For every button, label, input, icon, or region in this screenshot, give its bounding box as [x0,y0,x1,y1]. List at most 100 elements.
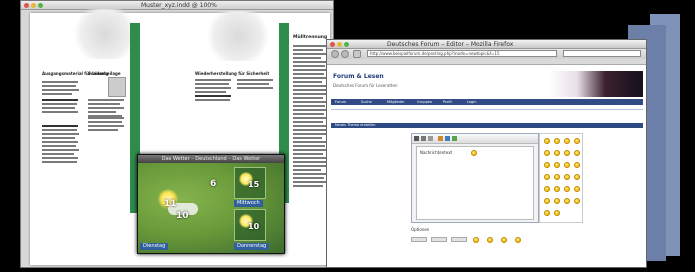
smiley-icon[interactable] [515,237,521,243]
content-header-bar: Neues Thema erstellen [331,123,643,128]
message-editor[interactable]: Nachrichtentext [411,133,539,223]
browser-window[interactable]: Deutsches Forum – Editor – Mozilla Firef… [326,39,647,268]
option-button-2[interactable] [431,237,447,242]
weather-widget[interactable]: Das Wetter – Deutschland – Das Wetter 11… [137,154,285,254]
document-titlebar[interactable]: Muster_xyz.indd @ 100% [21,1,333,10]
forecast-panel-2[interactable]: 10 [234,209,266,241]
smiley-icon[interactable] [554,210,560,216]
browser-titlebar[interactable]: Deutsches Forum – Editor – Mozilla Firef… [327,40,646,49]
document-title: Muster_xyz.indd @ 100% [141,2,217,9]
smiley-icon[interactable] [564,162,570,168]
browser-toolbar: http://www.beispielforum.de/posting.php?… [327,49,646,59]
right-page-heading: Wiederherstellung für Sicherheit [195,71,270,76]
smiley-icon[interactable] [554,198,560,204]
smiley-icon[interactable] [564,150,570,156]
link-icon[interactable] [445,136,450,141]
right-text-column-1 [195,79,233,103]
site-title[interactable]: Forum & Lesen [333,73,384,80]
site-subtitle: Deutsches Forum für Leseratten [333,83,398,88]
text-column-3 [42,125,80,165]
day-label-sub2: Donnerstag [234,243,270,250]
smiley-icon[interactable] [544,162,550,168]
smiley-icon[interactable] [544,210,550,216]
smiley-icon[interactable] [544,138,550,144]
smiley-icon[interactable] [544,150,550,156]
smiley-icon[interactable] [544,174,550,180]
editor-toolbar [412,134,538,144]
day-label-sub1: Mittwoch [234,200,263,207]
smiley-icon[interactable] [554,174,560,180]
smiley-icon[interactable] [564,174,570,180]
message-textarea[interactable]: Nachrichtentext [416,146,534,220]
editor-footer: Optionen [411,227,539,263]
text-column-2 [88,99,126,119]
weather-title: Das Wetter – Deutschland – Das Wetter [161,156,261,162]
weather-titlebar[interactable]: Das Wetter – Deutschland – Das Wetter [138,155,284,163]
text-column-4 [88,117,126,133]
smiley-icon[interactable] [554,138,560,144]
smiley-icon[interactable] [473,237,479,243]
nav-item-gruppen[interactable]: Gruppen [417,99,432,105]
site-nav: Forum Suche Mitglieder Gruppen Profil Lo… [331,99,643,105]
smiley-icon[interactable] [574,138,580,144]
right-text-column-2 [237,79,275,91]
minimize-icon[interactable] [31,3,36,8]
site-banner [549,71,643,97]
smiley-icon[interactable] [574,150,580,156]
search-input[interactable] [563,50,641,57]
smiley-icon[interactable] [564,198,570,204]
smiley-icon[interactable] [544,186,550,192]
smiley-icon[interactable] [554,150,560,156]
editor-label: Nachrichtentext [420,150,453,155]
content-bar-label: Neues Thema erstellen [335,123,376,127]
forward-icon[interactable] [341,50,349,58]
back-icon[interactable] [331,50,339,58]
temp-top: 6 [210,179,217,189]
reload-icon[interactable] [353,50,361,58]
underline-icon[interactable] [428,136,433,141]
nav-item-mitglieder[interactable]: Mitglieder [387,99,405,105]
bold-icon[interactable] [414,136,419,141]
smiley-icon[interactable] [564,186,570,192]
close-icon[interactable] [330,42,335,47]
page-image-placeholder-2 [203,11,273,61]
smiley-panel [539,133,583,223]
smiley-icon[interactable] [574,162,580,168]
smiley-icon[interactable] [564,138,570,144]
nav-item-forum[interactable]: Forum [335,99,346,105]
smiley-icon[interactable] [501,237,507,243]
temp-main: 11 [164,199,177,209]
smiley-icon[interactable] [574,198,580,204]
nav-item-suche[interactable]: Suche [361,99,372,105]
url-field[interactable]: http://www.beispielforum.de/posting.php?… [367,50,557,57]
smiley-icon[interactable] [574,174,580,180]
zoom-icon[interactable] [344,42,349,47]
image-icon[interactable] [438,136,443,141]
nav-item-login[interactable]: Login [467,99,476,105]
smiley-icon[interactable] [554,186,560,192]
right-sidebar-heading: Mülltrennung [293,35,328,40]
smiley-icon[interactable] [544,198,550,204]
smiley-icon[interactable] [487,237,493,243]
day-label-today: Dienstag [140,243,169,250]
site-header: Forum & Lesen Deutsches Forum für Lesera… [331,69,643,99]
nav-item-profil[interactable]: Profil [443,99,452,105]
divider [331,109,643,110]
page-thumbnail [108,77,126,97]
italic-icon[interactable] [421,136,426,141]
smiley-icon[interactable] [574,186,580,192]
smiley-icon [471,150,477,156]
option-button-3[interactable] [451,237,467,242]
option-button-1[interactable] [411,237,427,242]
zoom-icon[interactable] [38,3,43,8]
temp-sub1: 15 [248,180,260,189]
close-icon[interactable] [24,3,29,8]
forecast-panel-1[interactable]: 15 [234,167,266,199]
temp-sub2: 10 [248,222,260,231]
temp-center-left: 10 [176,211,189,221]
minimize-icon[interactable] [337,42,342,47]
smiley-icon[interactable] [554,162,560,168]
browser-content: Forum & Lesen Deutsches Forum für Lesera… [327,65,646,267]
left-page-heading-2: Sonderbeilage [88,71,121,76]
color-icon[interactable] [452,136,457,141]
